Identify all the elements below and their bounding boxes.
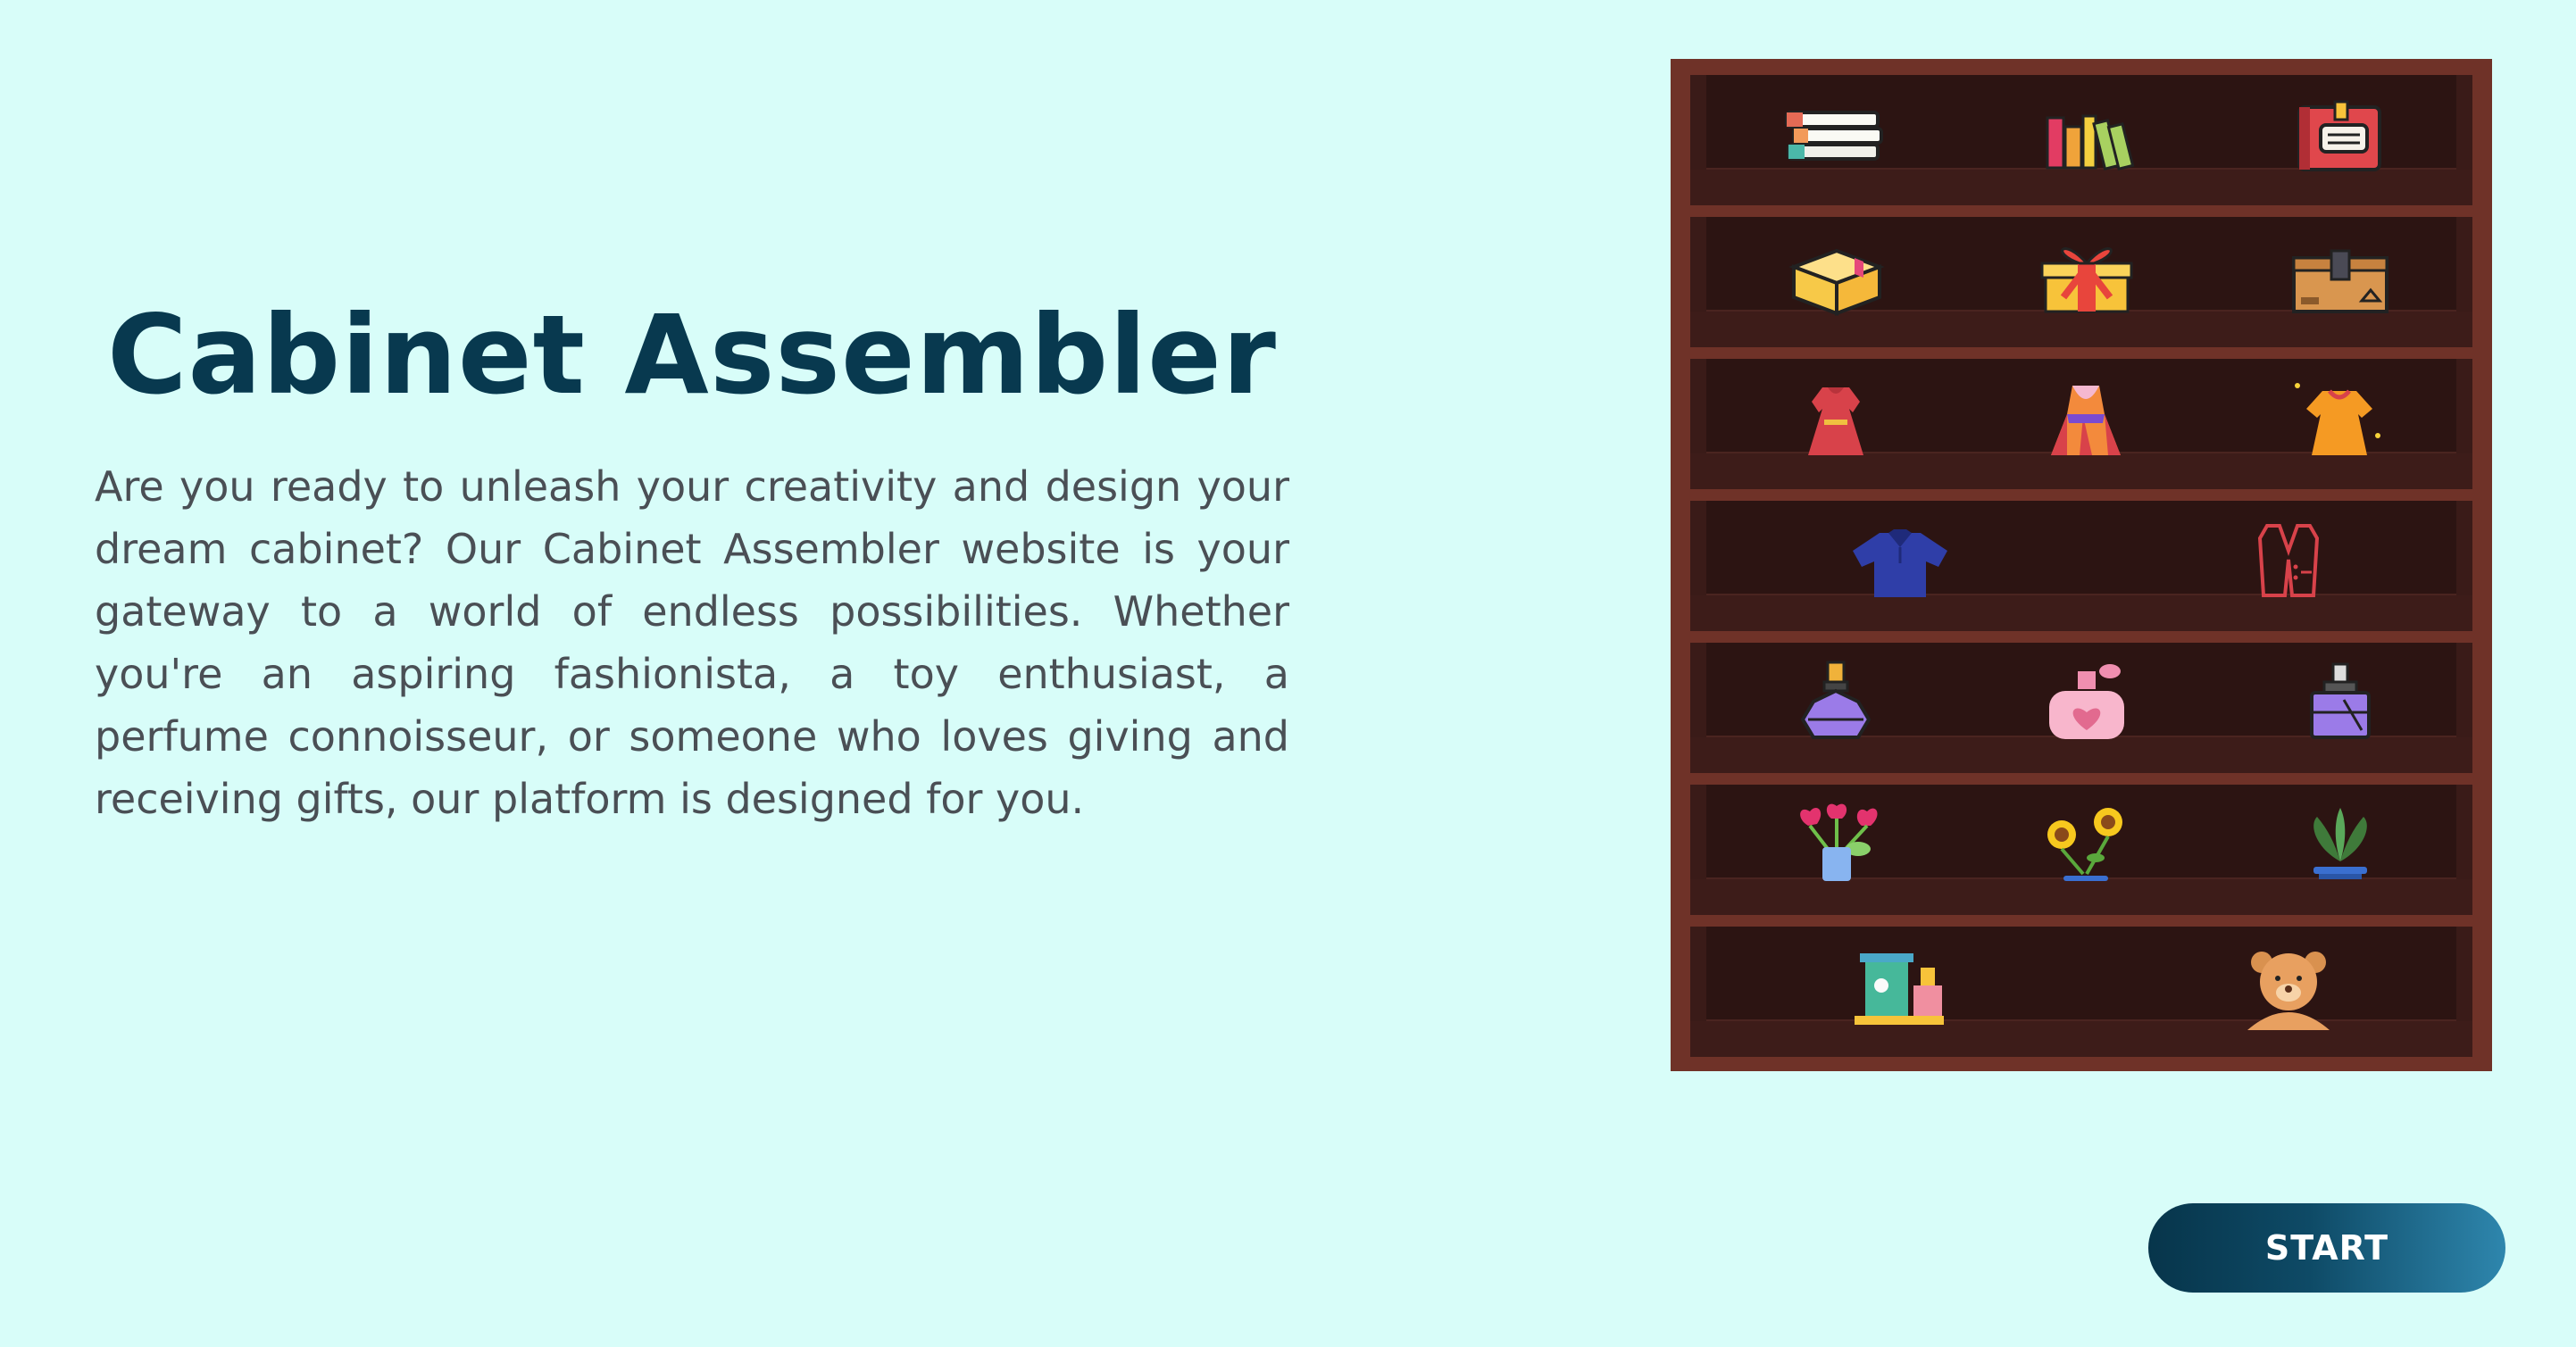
tulip-vase-icon [1778, 799, 1894, 888]
intro-paragraph: Are you ready to unleash your creativity… [95, 462, 1289, 823]
shelf-toys [1690, 927, 2472, 1057]
landing-page: Cabinet Assembler Are you ready to unlea… [0, 0, 2576, 1347]
shelf-books [1690, 75, 2472, 205]
gift-box-icon [2028, 231, 2144, 320]
cabinet-illustration [1671, 59, 2492, 1071]
toy-train-icon [1842, 941, 1958, 1030]
package-box-icon [1778, 231, 1894, 320]
purple-perfume-icon [2281, 657, 2397, 746]
striped-dress-icon [2028, 373, 2144, 462]
shelf-dresses [1690, 359, 2472, 489]
shelf-perfumes [1690, 643, 2472, 773]
shelf-boxes [1690, 217, 2472, 347]
vest-icon [2230, 515, 2346, 604]
start-button[interactable]: START [2148, 1203, 2505, 1293]
notebook-icon [2281, 89, 2397, 179]
cardboard-box-icon [2281, 231, 2397, 320]
potted-plant-icon [2281, 799, 2397, 888]
orange-dress-icon [2281, 373, 2397, 462]
books-upright-icon [2028, 89, 2144, 179]
perfume-bottle-icon [1778, 657, 1894, 746]
book-stack-icon [1778, 89, 1894, 179]
shelf-clothing [1690, 501, 2472, 631]
red-dress-icon [1778, 373, 1894, 462]
sunflower-icon [2028, 799, 2144, 888]
page-title: Cabinet Assembler [107, 292, 1277, 419]
polo-shirt-icon [1842, 515, 1958, 604]
pink-perfume-icon [2028, 657, 2144, 746]
shelf-plants [1690, 785, 2472, 915]
teddy-bear-icon [2230, 941, 2346, 1030]
